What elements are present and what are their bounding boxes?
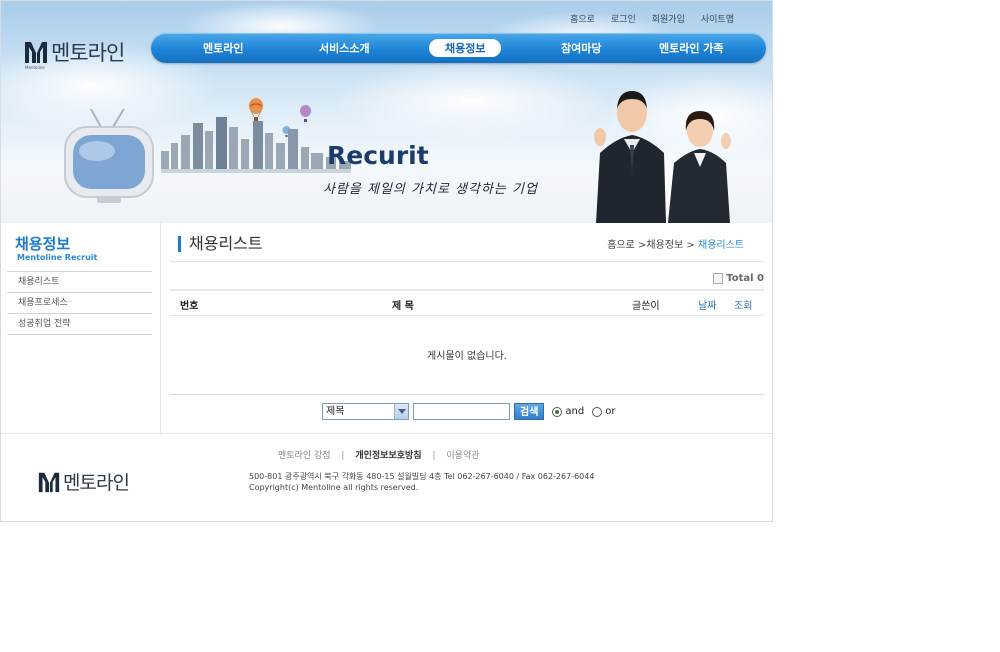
breadcrumb: 홈으로 >채용정보 > 채용리스트 bbox=[607, 236, 744, 251]
column-header-date: 날짜 bbox=[698, 301, 717, 312]
sidebar-item-recruit-process[interactable]: 채용프로세스 bbox=[7, 293, 152, 314]
breadcrumb-home[interactable]: 홈으로 bbox=[607, 240, 635, 251]
search-field-select-value: 제목 bbox=[326, 406, 345, 417]
breadcrumb-current: 채용리스트 bbox=[698, 240, 744, 251]
footer-link-separator: | bbox=[432, 451, 436, 461]
gnb-item-community[interactable]: 참여마당 bbox=[561, 40, 601, 56]
divider bbox=[170, 394, 764, 395]
gnb-item-service[interactable]: 서비스소개 bbox=[319, 40, 370, 56]
radio-unchecked-icon[interactable] bbox=[592, 406, 603, 417]
radio-or-label: or bbox=[605, 406, 616, 417]
breadcrumb-separator: > bbox=[686, 240, 695, 251]
main-nav: 멘토라인 서비스소개 채용정보 참여마당 멘토라인 가족 bbox=[151, 33, 766, 63]
cloud-decoration bbox=[331, 61, 611, 141]
footer-link-privacy[interactable]: 개인정보보호방침 bbox=[355, 451, 421, 461]
utility-link-sitemap[interactable]: 사이트맵 bbox=[693, 12, 742, 25]
page-title: 채용리스트 bbox=[178, 236, 263, 252]
gnb-item-mentoline[interactable]: 멘토라인 bbox=[203, 40, 243, 56]
logo-english: Mentoline bbox=[25, 65, 45, 70]
sidebar-item-recruit-list[interactable]: 채용리스트 bbox=[7, 272, 152, 293]
footer-copyright: Copyright(c) Mentoline all rights reserv… bbox=[249, 483, 419, 492]
empty-message: 게시물이 없습니다. bbox=[427, 351, 507, 362]
gnb-item-recruit[interactable]: 채용정보 bbox=[429, 39, 502, 57]
footer-address: 500-801 광주광역시 북구 각화동 480-15 설월빌딩 4층 Tel … bbox=[249, 472, 595, 481]
main-content: 채용리스트 홈으로 >채용정보 > 채용리스트 Total 0 번호 제 목 글… bbox=[162, 223, 772, 433]
total-count: Total 0 bbox=[713, 273, 764, 284]
site-wrapper: 홈으로 로그인 회원가입 사이트맵 Mentoline 멘토라인 멘토라인 서비… bbox=[0, 0, 773, 522]
radio-checked-icon[interactable] bbox=[552, 406, 563, 417]
radio-and-label: and bbox=[565, 406, 585, 417]
board-table-header: 번호 제 목 글쓴이 날짜 조회 bbox=[170, 289, 764, 316]
footer-link-strength[interactable]: 멘토라인 강점 bbox=[278, 451, 331, 461]
logo-mark-icon: Mentoline bbox=[23, 39, 49, 70]
logo-text: 멘토라인 bbox=[51, 41, 125, 65]
footer-link-separator: | bbox=[341, 451, 345, 461]
search-field-select[interactable]: 제목 bbox=[322, 403, 409, 420]
utility-nav: 홈으로 로그인 회원가입 사이트맵 bbox=[562, 12, 742, 25]
divider bbox=[170, 261, 764, 262]
sidebar-subtitle: Mentoline Recruit bbox=[17, 253, 98, 262]
radio-and[interactable]: and bbox=[552, 406, 584, 417]
city-skyline-illustration bbox=[161, 117, 351, 173]
business-people-illustration bbox=[594, 91, 731, 223]
total-count-label: Total 0 bbox=[726, 273, 764, 284]
footer-links: 멘토라인 강점 | 개인정보보호방침 | 이용약관 bbox=[278, 448, 480, 461]
sidebar-item-success-strategy[interactable]: 성공취업 전략 bbox=[7, 314, 152, 335]
column-header-views: 조회 bbox=[734, 301, 753, 312]
footer-logo-text: 멘토라인 bbox=[63, 472, 130, 494]
site-logo[interactable]: Mentoline 멘토라인 bbox=[23, 37, 125, 70]
search-bar: 제목 검색 and or bbox=[322, 403, 615, 420]
header-visual: 홈으로 로그인 회원가입 사이트맵 Mentoline 멘토라인 멘토라인 서비… bbox=[1, 1, 772, 223]
gnb-item-family[interactable]: 멘토라인 가족 bbox=[659, 40, 724, 56]
column-header-title: 제 목 bbox=[392, 301, 414, 312]
logo-mark-icon bbox=[38, 472, 60, 492]
hero-slogan: 사람을 제일의 가치로 생각하는 기업 bbox=[323, 182, 538, 197]
sidebar: 채용정보 Mentoline Recruit 채용리스트 채용프로세스 성공취업… bbox=[1, 223, 161, 433]
search-button[interactable]: 검색 bbox=[514, 403, 545, 420]
column-header-number: 번호 bbox=[180, 301, 199, 312]
footer: 멘토라인 멘토라인 강점 | 개인정보보호방침 | 이용약관 500-801 광… bbox=[1, 433, 772, 521]
utility-link-join[interactable]: 회원가입 bbox=[644, 12, 693, 25]
sidebar-menu: 채용리스트 채용프로세스 성공취업 전략 bbox=[7, 271, 152, 335]
chevron-down-icon[interactable] bbox=[394, 404, 408, 419]
radio-or[interactable]: or bbox=[592, 406, 615, 417]
document-icon bbox=[713, 273, 724, 284]
footer-link-terms[interactable]: 이용약관 bbox=[446, 451, 479, 461]
breadcrumb-section[interactable]: 채용정보 bbox=[646, 240, 683, 251]
footer-logo: 멘토라인 bbox=[37, 468, 130, 495]
column-header-writer: 글쓴이 bbox=[632, 301, 660, 312]
search-input[interactable] bbox=[413, 403, 510, 420]
utility-link-home[interactable]: 홈으로 bbox=[562, 12, 603, 25]
hero-title: Recurit bbox=[327, 141, 429, 170]
utility-link-login[interactable]: 로그인 bbox=[603, 12, 644, 25]
sidebar-title: 채용정보 bbox=[15, 235, 71, 253]
retro-tv-illustration bbox=[64, 109, 154, 203]
